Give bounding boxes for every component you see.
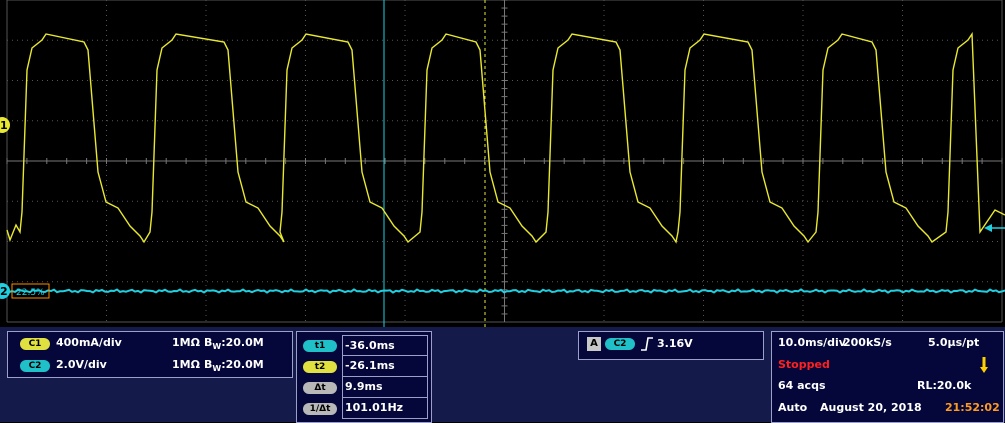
trigger-source-badge[interactable]: C2 [605, 338, 635, 350]
channel1-trace [6, 31, 1005, 244]
grid-lines [6, 0, 1003, 323]
channel1-level-marker[interactable]: 1 [0, 117, 10, 133]
cursor-t1-value: -36.0ms [342, 335, 428, 356]
inverse-delta-t-badge: 1/Δt [303, 403, 337, 415]
delta-t-badge: Δt [303, 382, 337, 394]
ch2-bandwidth: BW:20.0M [204, 358, 264, 374]
cursor-t2-badge[interactable]: t2 [303, 361, 337, 373]
ch1-scale: 400mA/div [56, 336, 122, 349]
channel2-level-marker[interactable]: 2 22.5% [0, 283, 50, 299]
timebase: 10.0ms/div [778, 336, 846, 349]
trigger-mode-badge: A [587, 337, 601, 351]
cursor-t1-badge[interactable]: t1 [303, 340, 337, 352]
resolution: 5.0μs/pt [928, 336, 980, 349]
acquisition-state: Stopped [778, 358, 830, 371]
graticule: 1 2 22.5% [0, 0, 1005, 327]
ch1-badge[interactable]: C1 [20, 338, 50, 350]
trigger-indicator-icon [980, 357, 988, 373]
trigger-mode: Auto [778, 401, 808, 414]
ch2-badge[interactable]: C2 [20, 360, 50, 372]
ch1-impedance: 1MΩ [172, 336, 200, 349]
acquisition-count: 64 acqs [778, 379, 826, 392]
status-panel: C1 400mA/div 1MΩ BW:20.0M C2 2.0V/div 1M… [0, 327, 1005, 423]
waveform-display[interactable]: 1 2 22.5% [0, 0, 1005, 327]
cursor-t2-value: -26.1ms [342, 356, 428, 377]
cursor-values: -36.0ms -26.1ms 9.9ms 101.01Hz [342, 335, 428, 419]
time: 21:52:02 [945, 401, 1000, 414]
ch2-scale: 2.0V/div [56, 358, 107, 371]
ch1-bandwidth: BW:20.0M [204, 336, 264, 352]
record-length: RL:20.0k [917, 379, 972, 392]
rising-edge-icon [641, 337, 653, 351]
inverse-delta-t-value: 101.01Hz [342, 398, 428, 419]
sample-rate: 200kS/s [843, 336, 892, 349]
svg-text:2: 2 [0, 285, 8, 298]
channel2-trace [0, 288, 1005, 294]
trigger-level: 3.16V [657, 337, 693, 350]
delta-t-value: 9.9ms [342, 377, 428, 398]
date: August 20, 2018 [820, 401, 922, 414]
svg-text:22.5%: 22.5% [16, 288, 45, 298]
ch2-impedance: 1MΩ [172, 358, 200, 371]
svg-text:1: 1 [0, 119, 8, 132]
